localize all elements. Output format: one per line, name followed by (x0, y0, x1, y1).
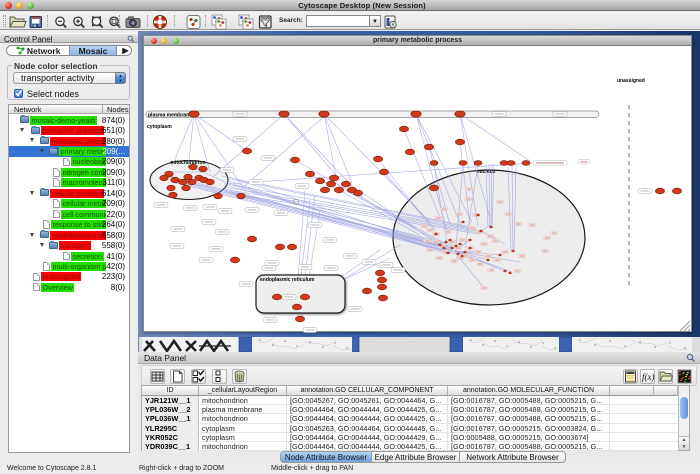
svg-text:cytoplasm: cytoplasm (147, 124, 172, 130)
svg-text:endoplasmic reticulum: endoplasmic reticulum (260, 277, 315, 283)
svg-text:plasma membrane: plasma membrane (148, 113, 192, 119)
svg-text:unassigned: unassigned (617, 78, 645, 84)
svg-text:mitochondrion: mitochondrion (171, 160, 206, 166)
svg-text:f(x): f(x) (642, 372, 655, 382)
